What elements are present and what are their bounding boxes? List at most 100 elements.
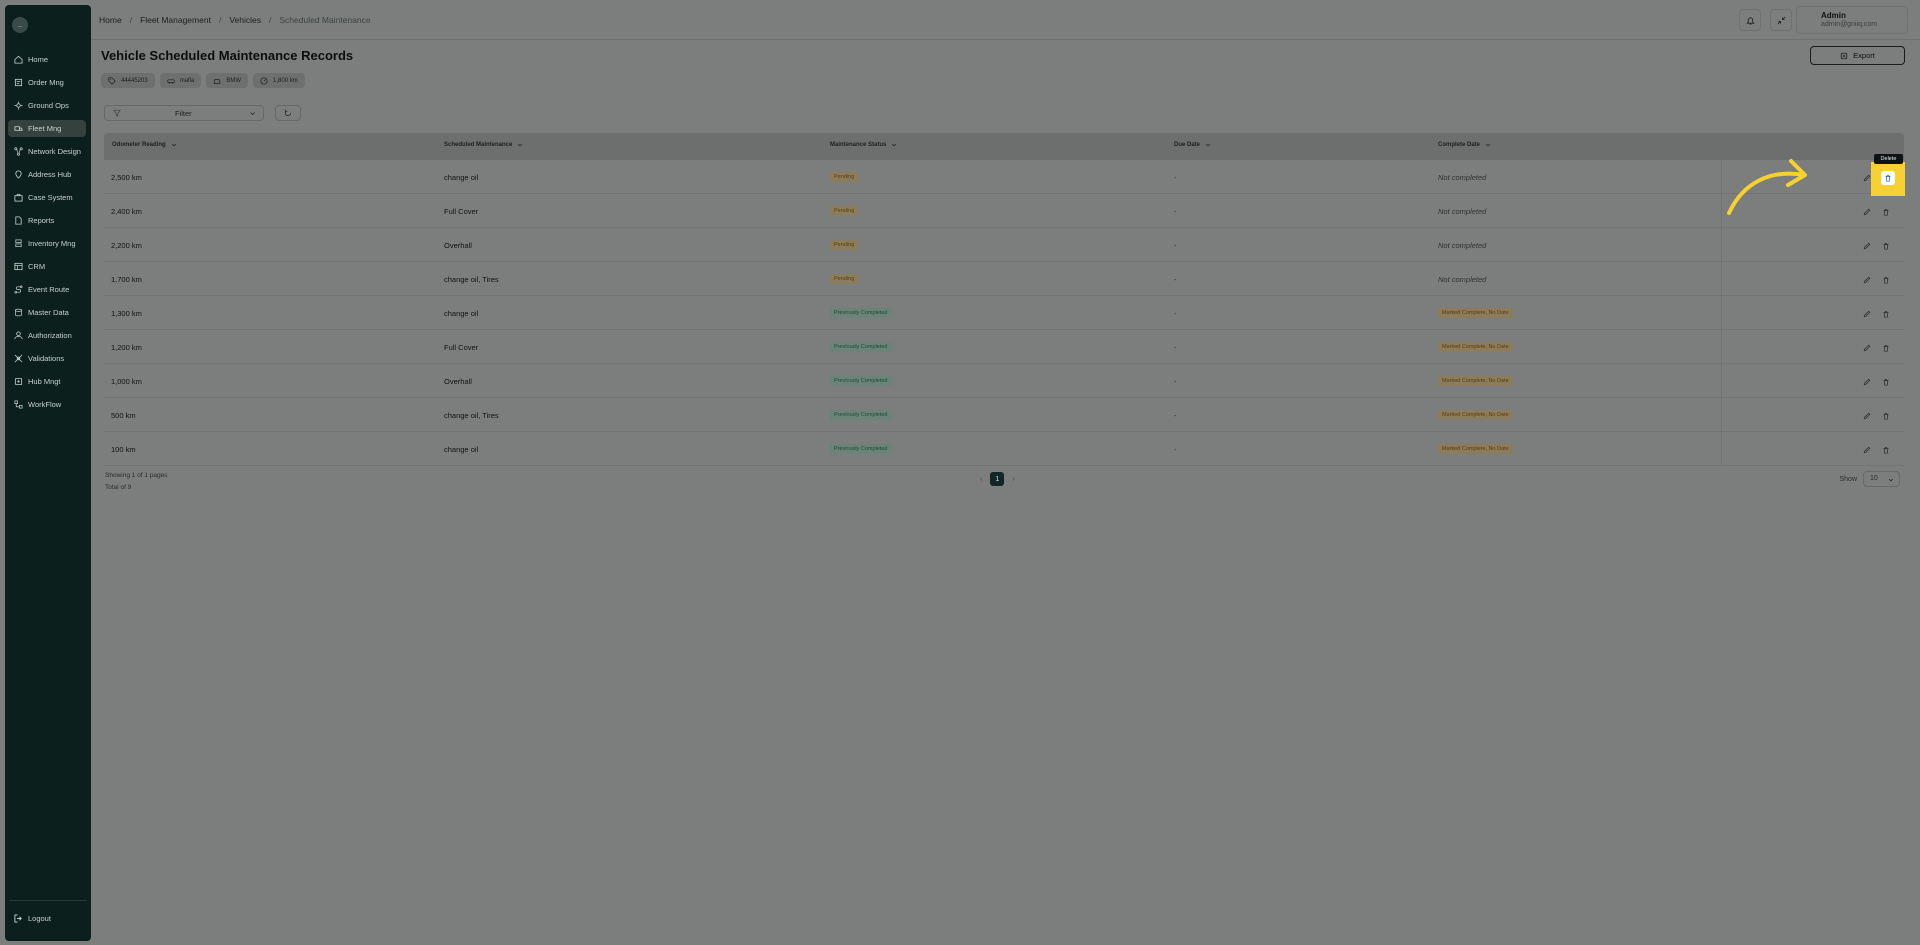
sidebar-item-event-route[interactable]: Event Route: [8, 281, 86, 298]
route-icon: [14, 285, 23, 294]
table-row[interactable]: 2,200 km Overhall Pending - Not completed: [104, 228, 1904, 262]
table-row[interactable]: 2,500 km change oil Pending - Not completed: [104, 160, 1904, 194]
chip-brand: BMW: [206, 73, 249, 88]
sidebar-item-label: CRM: [28, 262, 46, 271]
sidebar-item-label: Inventory Mng: [28, 239, 76, 248]
breadcrumb-home[interactable]: Home: [99, 15, 122, 25]
app-logo[interactable]: ..: [12, 17, 28, 33]
sidebar-item-crm[interactable]: CRM: [8, 258, 86, 275]
refresh-icon: [284, 109, 292, 116]
table-row[interactable]: 1,700 km change oil, Tires Pending - Not com…: [104, 262, 1904, 296]
column-header-due-date[interactable]: Due Date: [1174, 142, 1211, 148]
breadcrumb-vehicles[interactable]: Vehicles: [229, 15, 261, 25]
export-button[interactable]: Export: [1810, 46, 1905, 65]
sidebar-item-network-design[interactable]: Network Design: [8, 143, 86, 160]
delete-button[interactable]: [1880, 308, 1891, 319]
sidebar-item-master-data[interactable]: Master Data: [8, 304, 86, 321]
edit-button[interactable]: [1861, 342, 1872, 353]
user-menu[interactable]: Admin admin@gniiq.com: [1796, 6, 1908, 34]
delete-button[interactable]: [1880, 376, 1891, 387]
case-icon: [14, 193, 23, 202]
chip-brand-label: BMW: [226, 77, 242, 84]
gauge-icon: [260, 76, 268, 85]
sidebar-item-ground-ops[interactable]: Ground Ops: [8, 97, 86, 114]
filter-dropdown[interactable]: Filter: [104, 105, 264, 121]
notifications-button[interactable]: [1739, 9, 1761, 31]
column-divider: [1721, 160, 1722, 193]
cell-due-date: -: [1174, 309, 1177, 318]
delete-tooltip: Delete: [1874, 154, 1903, 164]
complete-date-badge: Marked Complete, No Date: [1438, 410, 1513, 420]
chip-model: mafia: [159, 73, 202, 88]
sidebar-item-case-system[interactable]: Case System: [8, 189, 86, 206]
edit-button[interactable]: [1861, 376, 1872, 387]
delete-button[interactable]: [1880, 444, 1891, 455]
pencil-icon: [1863, 441, 1871, 459]
edit-button[interactable]: [1861, 308, 1872, 319]
status-badge: Previously Completed: [830, 410, 892, 420]
table-row[interactable]: 1,200 km Full Cover Previously Completed - M…: [104, 330, 1904, 364]
next-page-icon[interactable]: ›: [1012, 476, 1014, 483]
logout-button[interactable]: Logout: [14, 914, 51, 923]
edit-button[interactable]: [1861, 444, 1872, 455]
truck-icon: [14, 124, 23, 133]
sidebar-item-fleet-mng[interactable]: Fleet Mng: [8, 120, 86, 137]
delete-button-highlighted[interactable]: [1881, 171, 1895, 185]
edit-button[interactable]: [1861, 240, 1872, 251]
sidebar-item-hub-mngt[interactable]: Hub Mngt: [8, 373, 86, 390]
sidebar-item-order-mng[interactable]: Order Mng: [8, 74, 86, 91]
sidebar-item-label: Fleet Mng: [28, 124, 62, 133]
sidebar-item-home[interactable]: Home: [8, 51, 86, 68]
chevron-down-icon: [250, 112, 255, 116]
column-divider: [1721, 398, 1722, 431]
column-divider: [1721, 432, 1722, 465]
collapse-button[interactable]: [1770, 9, 1792, 31]
table-row[interactable]: 1,300 km change oil Previously Completed - M…: [104, 296, 1904, 330]
page-size-select[interactable]: 10: [1863, 471, 1900, 487]
delete-button[interactable]: [1880, 206, 1891, 217]
sidebar-item-validations[interactable]: Validations: [8, 350, 86, 367]
pencil-icon: [1863, 203, 1871, 221]
page-size-value: 10: [1870, 475, 1878, 482]
table-row[interactable]: 1,000 km Overhall Previously Completed - Mar…: [104, 364, 1904, 398]
cell-maintenance: change oil: [444, 173, 479, 182]
cell-complete-date: Not completed: [1438, 275, 1487, 284]
edit-button[interactable]: [1861, 274, 1872, 285]
table-row[interactable]: 100 km change oil Previously Completed - Mar…: [104, 432, 1904, 466]
sidebar-item-address-hub[interactable]: Address Hub: [8, 166, 86, 183]
sidebar-item-label: Home: [28, 55, 49, 64]
breadcrumb-fleet-management[interactable]: Fleet Management: [140, 15, 211, 25]
breadcrumb: Home / Fleet Management / Vehicles / Sch…: [99, 15, 371, 25]
delete-button[interactable]: [1880, 240, 1891, 251]
sidebar-item-label: Authorization: [28, 331, 72, 340]
sidebar-item-workflow[interactable]: WorkFlow: [8, 396, 86, 413]
chevron-down-icon: [892, 143, 897, 147]
column-divider: [1721, 228, 1722, 261]
sidebar-item-authorization[interactable]: Authorization: [8, 327, 86, 344]
total-summary: Total of 9: [105, 484, 132, 491]
column-header-scheduled-maintenance[interactable]: Scheduled Maintenance: [444, 142, 523, 148]
user-icon: [14, 331, 23, 340]
pagination: ‹ 1 ›: [980, 472, 1015, 486]
column-header-status[interactable]: Maintenance Status: [830, 142, 897, 148]
refresh-button[interactable]: [275, 105, 301, 121]
column-header-odometer[interactable]: Odometer Reading: [112, 142, 177, 148]
sidebar-item-reports[interactable]: Reports: [8, 212, 86, 229]
table-row[interactable]: 500 km change oil, Tires Previously Comple…: [104, 398, 1904, 432]
status-badge: Previously Completed: [830, 444, 892, 454]
trash-icon: [1882, 407, 1890, 425]
page-button-current[interactable]: 1: [990, 472, 1005, 486]
sidebar-item-inventory-mng[interactable]: Inventory Mng: [8, 235, 86, 252]
pointer-arrow-icon: [1727, 159, 1807, 215]
delete-button[interactable]: [1880, 342, 1891, 353]
edit-button[interactable]: [1861, 206, 1872, 217]
table-row[interactable]: 2,400 km Full Cover Pending - Not completed: [104, 194, 1904, 228]
column-header-complete-date[interactable]: Complete Date: [1438, 142, 1491, 148]
show-label: Show: [1839, 475, 1857, 483]
delete-button[interactable]: [1880, 410, 1891, 421]
cell-odometer: 1,200 km: [111, 343, 142, 352]
delete-button[interactable]: [1880, 274, 1891, 285]
edit-button[interactable]: [1861, 410, 1872, 421]
breadcrumb-separator: /: [268, 15, 272, 25]
prev-page-icon[interactable]: ‹: [980, 476, 982, 483]
